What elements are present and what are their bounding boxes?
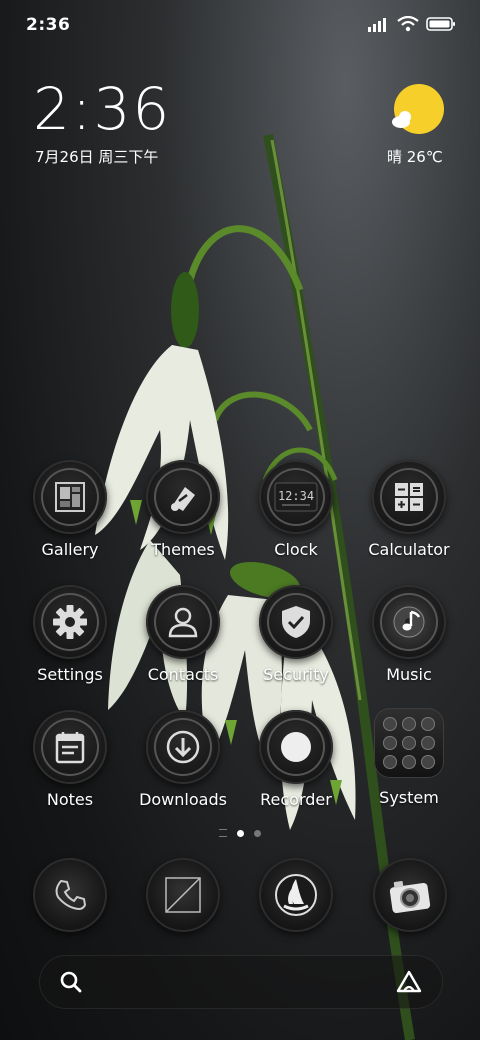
app-label: Themes [151, 540, 215, 559]
status-time: 2:36 [26, 15, 71, 35]
app-label: Downloads [139, 790, 227, 809]
app-label: System [379, 788, 439, 807]
app-label: Clock [274, 540, 318, 559]
app-label: Recorder [260, 790, 332, 809]
app-music[interactable]: Music [353, 585, 465, 684]
clock-widget-time[interactable]: 2:36 [33, 78, 171, 140]
dock-camera[interactable] [373, 858, 447, 932]
app-settings[interactable]: Settings [14, 585, 126, 684]
search-icon[interactable] [59, 970, 83, 994]
themes-icon [171, 487, 195, 511]
app-label: Music [386, 665, 432, 684]
system-folder-icon [374, 708, 444, 778]
app-label: Calculator [368, 540, 450, 559]
page-indicator [0, 829, 480, 837]
app-label: Settings [37, 665, 103, 684]
recorder-icon [281, 732, 311, 762]
shield-icon [282, 606, 310, 638]
app-system-folder[interactable]: System [353, 708, 465, 807]
status-bar: 2:36 [0, 0, 480, 50]
sunny-cloud-icon[interactable] [392, 84, 444, 136]
page-dot-current[interactable] [237, 829, 244, 837]
download-icon [166, 730, 200, 764]
clock-widget-date: 7月26日 周三下午 [35, 148, 159, 166]
browser-sail-icon [275, 874, 317, 916]
app-label: Contacts [147, 665, 219, 684]
notes-icon [55, 732, 85, 764]
phone-icon [55, 879, 87, 911]
page-indicator-menu[interactable] [219, 829, 227, 837]
dock-phone[interactable] [33, 858, 107, 932]
app-gallery[interactable]: Gallery [14, 460, 126, 559]
app-calculator[interactable]: Calculator [353, 460, 465, 559]
app-label: Security [263, 665, 329, 684]
messages-icon [165, 877, 201, 913]
clock-face-text: 12:34 [278, 489, 314, 503]
page-dot[interactable] [254, 829, 261, 837]
battery-icon [426, 17, 455, 31]
calculator-icon [395, 483, 423, 511]
camera-icon [389, 881, 431, 914]
signal-icon [368, 18, 386, 32]
app-notes[interactable]: Notes [14, 710, 126, 809]
music-icon [393, 606, 425, 638]
app-themes[interactable]: Themes [127, 460, 239, 559]
wifi-icon [397, 16, 419, 32]
status-icons [368, 16, 456, 32]
dock-messages[interactable] [146, 858, 220, 932]
search-bar[interactable] [39, 955, 443, 1009]
weather-text: 晴 26℃ [387, 148, 443, 166]
clock-icon: 12:34 [274, 482, 318, 512]
app-security[interactable]: Security [240, 585, 352, 684]
app-recorder[interactable]: Recorder [240, 710, 352, 809]
app-label: Gallery [41, 540, 99, 559]
app-downloads[interactable]: Downloads [127, 710, 239, 809]
contacts-icon [168, 607, 198, 638]
app-clock[interactable]: 12:34 Clock [240, 460, 352, 559]
gear-icon [53, 605, 87, 639]
app-label: Notes [46, 790, 94, 809]
gallery-icon [55, 482, 85, 512]
app-contacts[interactable]: Contacts [127, 585, 239, 684]
dock-browser[interactable] [259, 858, 333, 932]
assistant-icon[interactable] [395, 969, 423, 995]
